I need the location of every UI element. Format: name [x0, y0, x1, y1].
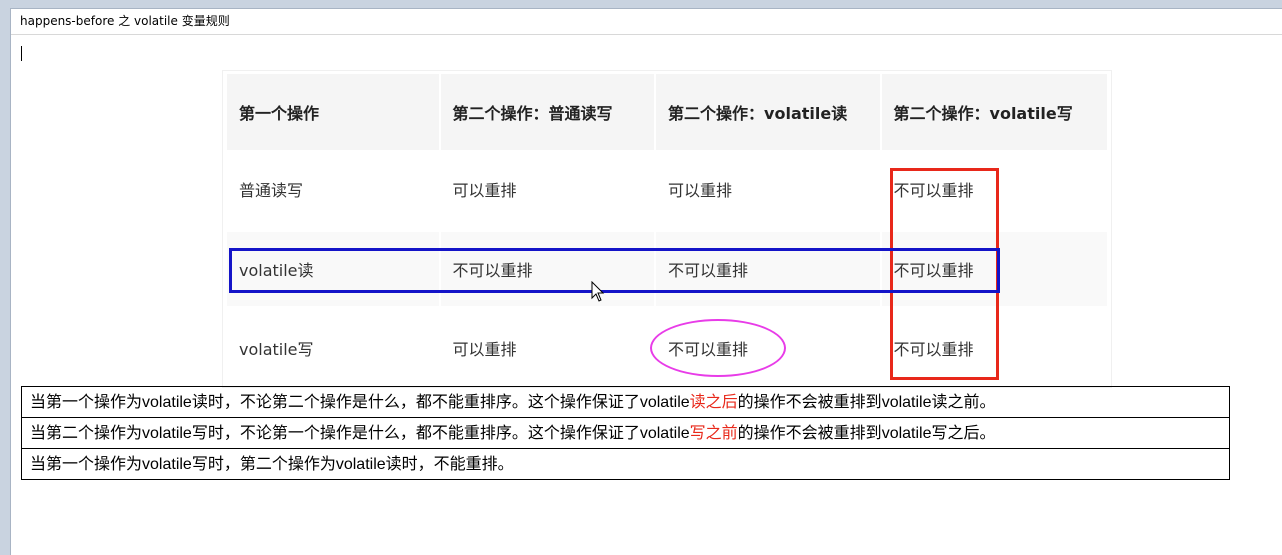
- mouse-pointer-icon: [591, 281, 605, 302]
- rule-text: 读时，不能重排。: [385, 454, 514, 473]
- left-frame: [0, 0, 10, 555]
- rule-text: 的操作不会被重排到: [737, 392, 882, 411]
- header-cell: 第二个操作：volatile读: [656, 74, 882, 150]
- rule-text: 写时，不论第一个操作是什么，都不能重排序。这个操作保证了: [191, 423, 640, 442]
- document-window: happens-before 之 volatile 变量规则 第一个操作 第二个…: [10, 8, 1282, 555]
- rule-keyword: volatile: [142, 425, 192, 442]
- table-cell: 可以重排: [656, 150, 882, 228]
- table-cell: 可以重排: [441, 310, 657, 386]
- rule-text: 当第二个操作为: [30, 423, 143, 442]
- rule-text: 读时，不论第二个操作是什么，都不能重排序。这个操作保证了: [191, 392, 640, 411]
- rule-row: 当第二个操作为volatile写时，不论第一个操作是什么，都不能重排序。这个操作…: [22, 418, 1229, 449]
- rules-text-table: 当第一个操作为volatile读时，不论第二个操作是什么，都不能重排序。这个操作…: [21, 386, 1230, 480]
- magenta-highlight-ellipse: [650, 319, 786, 377]
- rule-keyword: volatile: [335, 456, 386, 473]
- rule-text: 写之后。: [931, 423, 996, 442]
- rule-text: 读之前。: [931, 392, 996, 411]
- rule-text: 的操作不会被重排到: [737, 423, 882, 442]
- header-cell: 第二个操作：普通读写: [441, 74, 657, 150]
- rule-text: 当第一个操作为: [30, 392, 143, 411]
- rule-text: 写时，第二个操作为: [191, 454, 336, 473]
- rule-row: 当第一个操作为volatile写时，第二个操作为volatile读时，不能重排。: [22, 449, 1229, 479]
- blue-highlight-box: [229, 248, 1000, 293]
- table-cell: 普通读写: [227, 150, 441, 228]
- rule-keyword: volatile: [639, 425, 690, 442]
- rule-keyword: volatile: [142, 394, 192, 411]
- table-cell: 可以重排: [441, 150, 657, 228]
- rule-keyword: volatile: [639, 394, 690, 411]
- rule-text: 当第一个操作为: [30, 454, 143, 473]
- header-cell: 第二个操作：volatile写: [893, 104, 1073, 123]
- rule-keyword: volatile: [881, 394, 932, 411]
- rule-keyword: volatile: [142, 456, 192, 473]
- rule-highlight: 写之前: [689, 423, 738, 442]
- rule-highlight: 读之后: [689, 392, 738, 411]
- rule-row: 当第一个操作为volatile读时，不论第二个操作是什么，都不能重排序。这个操作…: [22, 387, 1229, 418]
- rule-keyword: volatile: [881, 425, 932, 442]
- table-header-row: 第一个操作 第二个操作：普通读写 第二个操作：volatile读 第二个操作：v…: [227, 74, 1107, 150]
- header-cell: 第一个操作: [227, 74, 441, 150]
- document-title: happens-before 之 volatile 变量规则: [11, 9, 1282, 35]
- text-caret: [21, 46, 22, 61]
- table-cell: volatile写: [227, 310, 441, 386]
